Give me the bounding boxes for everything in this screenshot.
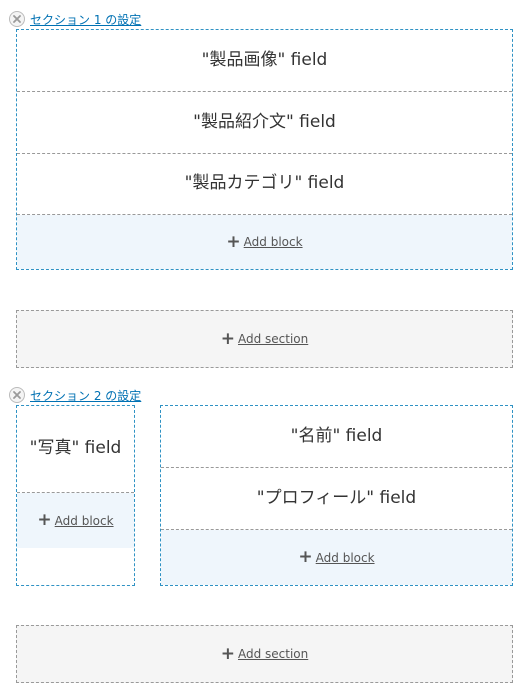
plus-icon: + <box>220 643 235 664</box>
section-2-config-link[interactable]: セクション 2 の設定 <box>30 387 141 404</box>
remove-section-2-close-icon[interactable] <box>9 387 25 403</box>
add-section-area-1: + Add section <box>16 310 513 368</box>
field-block-name[interactable]: "名前" field <box>161 406 512 468</box>
section-2-first-region: "写真" field + Add block <box>16 405 135 586</box>
field-block-profile[interactable]: "プロフィール" field <box>161 468 512 530</box>
field-block-product-image[interactable]: "製品画像" field <box>17 30 512 92</box>
section-1-add-block-area: + Add block <box>17 215 512 269</box>
add-section-area-2: + Add section <box>16 625 513 683</box>
plus-icon: + <box>226 231 241 252</box>
section-1-content-region: "製品画像" field "製品紹介文" field "製品カテゴリ" fiel… <box>16 29 513 270</box>
section-2-first-add-block-area: + Add block <box>17 493 134 548</box>
add-block-label: Add block <box>54 513 114 528</box>
section-1-add-block-link[interactable]: + Add block <box>226 231 303 252</box>
section-2-second-region: "名前" field "プロフィール" field + Add block <box>160 405 513 586</box>
section-1-header: セクション 1 の設定 <box>9 9 141 29</box>
section-2-header: セクション 2 の設定 <box>9 385 141 405</box>
add-section-label: Add section <box>237 647 309 661</box>
add-block-label: Add block <box>243 235 303 249</box>
add-block-label: Add block <box>315 550 375 565</box>
plus-icon: + <box>298 547 313 567</box>
add-section-link-2[interactable]: + Add section <box>220 643 309 664</box>
plus-icon: + <box>220 328 235 349</box>
field-block-product-category[interactable]: "製品カテゴリ" field <box>17 154 512 215</box>
plus-icon: + <box>37 510 52 530</box>
section-1-config-link[interactable]: セクション 1 の設定 <box>30 11 141 28</box>
section-2-first-add-block-link[interactable]: + Add block <box>37 512 113 529</box>
remove-section-1-close-icon[interactable] <box>9 11 25 27</box>
field-block-product-description[interactable]: "製品紹介文" field <box>17 92 512 154</box>
field-block-photo[interactable]: "写真" field <box>17 406 134 493</box>
section-2-second-add-block-area: + Add block <box>161 530 512 585</box>
add-section-label: Add section <box>237 332 309 346</box>
add-section-link-1[interactable]: + Add section <box>220 328 309 349</box>
section-2-second-add-block-link[interactable]: + Add block <box>298 549 374 566</box>
